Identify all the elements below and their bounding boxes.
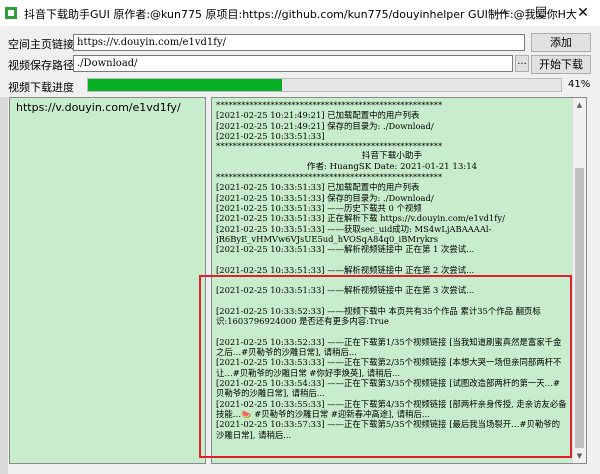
url-label: 空间主页链接 — [8, 38, 74, 51]
log-line: [2021-02-25 10:33:55:33] ——正在下载第4/35个视频链… — [216, 398, 567, 419]
log-line: [2021-02-25 10:33:53:33] ——正在下载第2/35个视频链… — [216, 357, 562, 378]
log-line: ****************************************… — [216, 141, 443, 152]
scroll-thumb[interactable] — [575, 168, 584, 448]
log-line: [2021-02-25 10:33:51:33] — [216, 130, 325, 141]
url-input[interactable]: https://v.douyin.com/e1vd1fy/ — [73, 34, 525, 51]
log-line: [2021-02-25 10:33:51:33] ——获取sec_uid成功: … — [216, 223, 492, 234]
log-line: [2021-02-25 10:33:52:33] ——正在下载第1/35个视频链… — [216, 336, 562, 358]
progress-percent: 41% — [568, 79, 591, 90]
log-line: [2021-02-25 10:33:57:33] ——正在下载第5/35个视频链… — [216, 419, 560, 440]
close-button[interactable]: ✕ — [566, 0, 600, 26]
url-list[interactable]: https://v.douyin.com/e1vd1fy/ — [9, 97, 206, 464]
app-window: 抖音下载助手GUI 原作者:@kun775 原项目:https://github… — [0, 0, 600, 474]
log-line: [2021-02-25 10:21:49:21] 已加载配置中的用户列表 — [216, 110, 420, 121]
scroll-down-arrow-icon[interactable]: ▼ — [573, 449, 586, 463]
log-panel[interactable]: ****************************************… — [211, 97, 587, 464]
log-line: [2021-02-25 10:33:51:33] ——解析视频链接中 正在第 3… — [216, 285, 475, 296]
log-line: [2021-02-25 10:33:52:33] ——视频下载中 本页共有35个… — [216, 305, 541, 327]
scroll-up-arrow-icon[interactable]: ▲ — [573, 98, 586, 112]
title-bar: 抖音下载助手GUI 原作者:@kun775 原项目:https://github… — [0, 0, 600, 26]
start-download-button[interactable]: 开始下载 — [531, 55, 591, 74]
maximize-button[interactable]: ☐ — [524, 0, 558, 26]
log-line: [2021-02-25 10:33:51:33] 正在解析下载 https://… — [216, 213, 505, 224]
log-line: 作者: HuangSK Date: 2021-01-21 13:14 — [306, 161, 478, 172]
log-line: jR6ByE_vHMVw6VJsUE5ud_hVOSqA84q0_iBMrykr… — [216, 233, 439, 244]
log-line: [2021-02-25 10:33:51:33] ——历史下载共 0 个视频 — [216, 202, 422, 213]
browse-button[interactable]: ... — [515, 55, 529, 72]
log-scrollbar[interactable]: ▲ ▼ — [572, 98, 586, 463]
log-line: [2021-02-25 10:33:51:33] ——解析视频链接中 正在第 2… — [216, 264, 475, 275]
left-edge — [0, 97, 8, 474]
progress-fill — [88, 79, 282, 91]
path-input[interactable]: ./Download/ — [73, 55, 513, 72]
log-line: ****************************************… — [216, 100, 443, 110]
add-button[interactable]: 添加 — [531, 33, 591, 52]
log-line: ****************************************… — [216, 172, 443, 183]
path-label: 视频保存路径 — [8, 59, 74, 72]
app-icon — [5, 7, 17, 19]
log-line: 抖音下载小助手 — [361, 151, 423, 162]
minimize-button[interactable]: — — [484, 0, 518, 26]
log-line: [2021-02-25 10:33:54:33] ——正在下载第3/35个视频链… — [216, 378, 560, 399]
list-item[interactable]: https://v.douyin.com/e1vd1fy/ — [16, 101, 199, 114]
download-progress-bar — [87, 78, 562, 92]
log-line: [2021-02-25 10:33:51:33] 已加载配置中的用户列表 — [216, 182, 420, 193]
log-line: [2021-02-25 10:33:51:33] 保存的目录为: ./Downl… — [216, 192, 434, 203]
log-line: [2021-02-25 10:21:49:21] 保存的目录为: ./Downl… — [216, 120, 434, 131]
log-line: [2021-02-25 10:33:51:33] ——解析视频链接中 正在第 1… — [216, 244, 475, 255]
log-text: ****************************************… — [216, 100, 568, 440]
progress-label: 视频下载进度 — [8, 81, 74, 94]
